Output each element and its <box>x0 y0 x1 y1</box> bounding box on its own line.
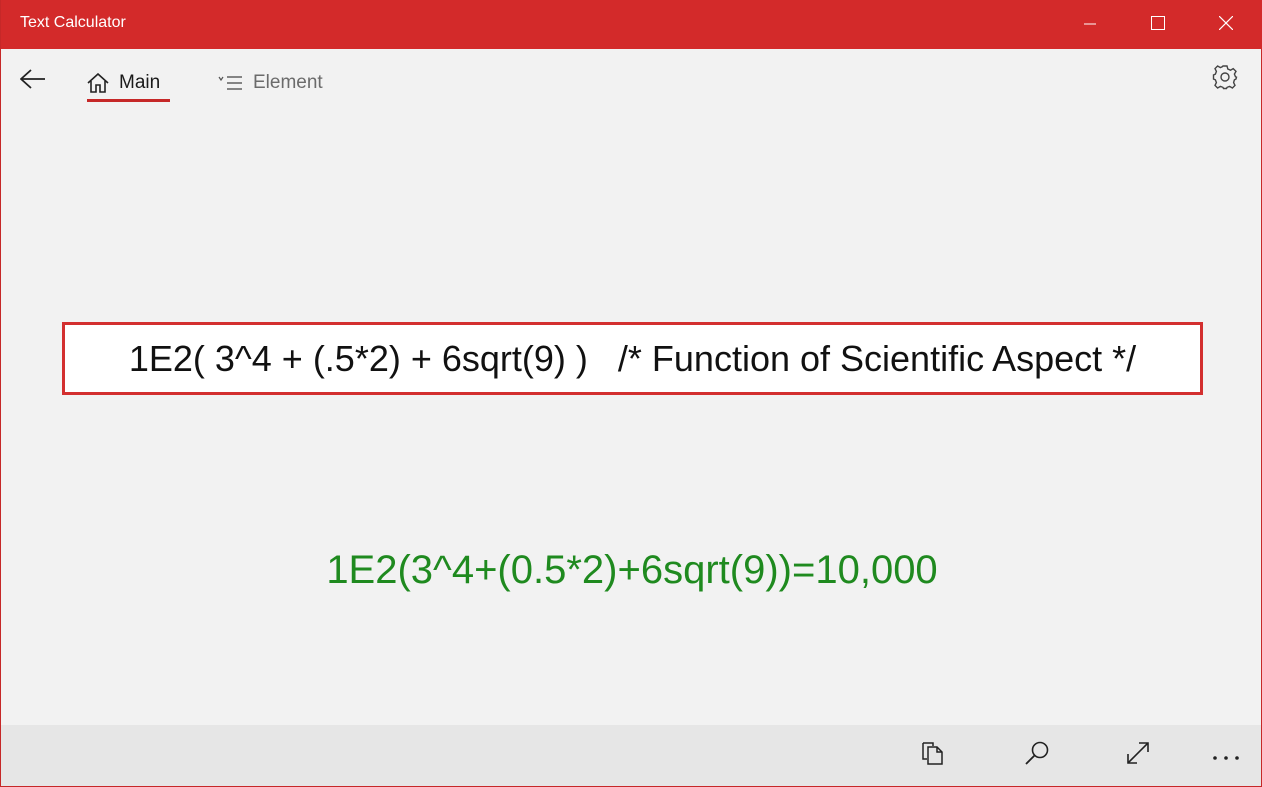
tab-main[interactable]: Main <box>87 63 160 103</box>
settings-button[interactable] <box>1207 61 1243 97</box>
minimize-icon <box>1084 15 1096 34</box>
maximize-button[interactable] <box>1124 0 1192 49</box>
expand-button[interactable] <box>1120 737 1156 773</box>
search-button[interactable] <box>1019 737 1055 773</box>
more-options-button[interactable] <box>1208 737 1244 773</box>
copy-button[interactable] <box>915 737 951 773</box>
search-icon <box>1024 740 1050 770</box>
home-icon <box>87 73 109 93</box>
tab-selected-indicator <box>87 99 170 102</box>
list-icon <box>217 74 243 92</box>
back-arrow-icon <box>19 69 46 93</box>
tab-main-label: Main <box>119 72 161 93</box>
nav-bar: Main Element <box>1 49 1261 111</box>
close-icon <box>1218 15 1234 34</box>
gear-icon <box>1212 64 1238 94</box>
minimize-button[interactable] <box>1056 0 1124 49</box>
more-icon <box>1211 746 1241 765</box>
copy-icon <box>921 740 945 770</box>
title-bar: Text Calculator <box>1 0 1262 49</box>
expression-text: 1E2( 3^4 + (.5*2) + 6sqrt(9) ) /* Functi… <box>128 337 1137 379</box>
maximize-icon <box>1151 15 1165 34</box>
back-button[interactable] <box>15 63 51 99</box>
command-bar <box>1 725 1261 786</box>
result-text: 1E2(3^4+(0.5*2)+6sqrt(9))=10,000 <box>326 548 938 592</box>
tab-element-label: Element <box>253 72 323 93</box>
close-button[interactable] <box>1192 0 1260 49</box>
expression-input[interactable]: 1E2( 3^4 + (.5*2) + 6sqrt(9) ) /* Functi… <box>62 322 1203 395</box>
expand-icon <box>1125 740 1151 770</box>
window-title: Text Calculator <box>20 14 126 31</box>
app-window: Text Calculator Main Element 1E2(3^4 + … <box>0 0 1262 787</box>
tab-element[interactable]: Element <box>217 63 323 103</box>
